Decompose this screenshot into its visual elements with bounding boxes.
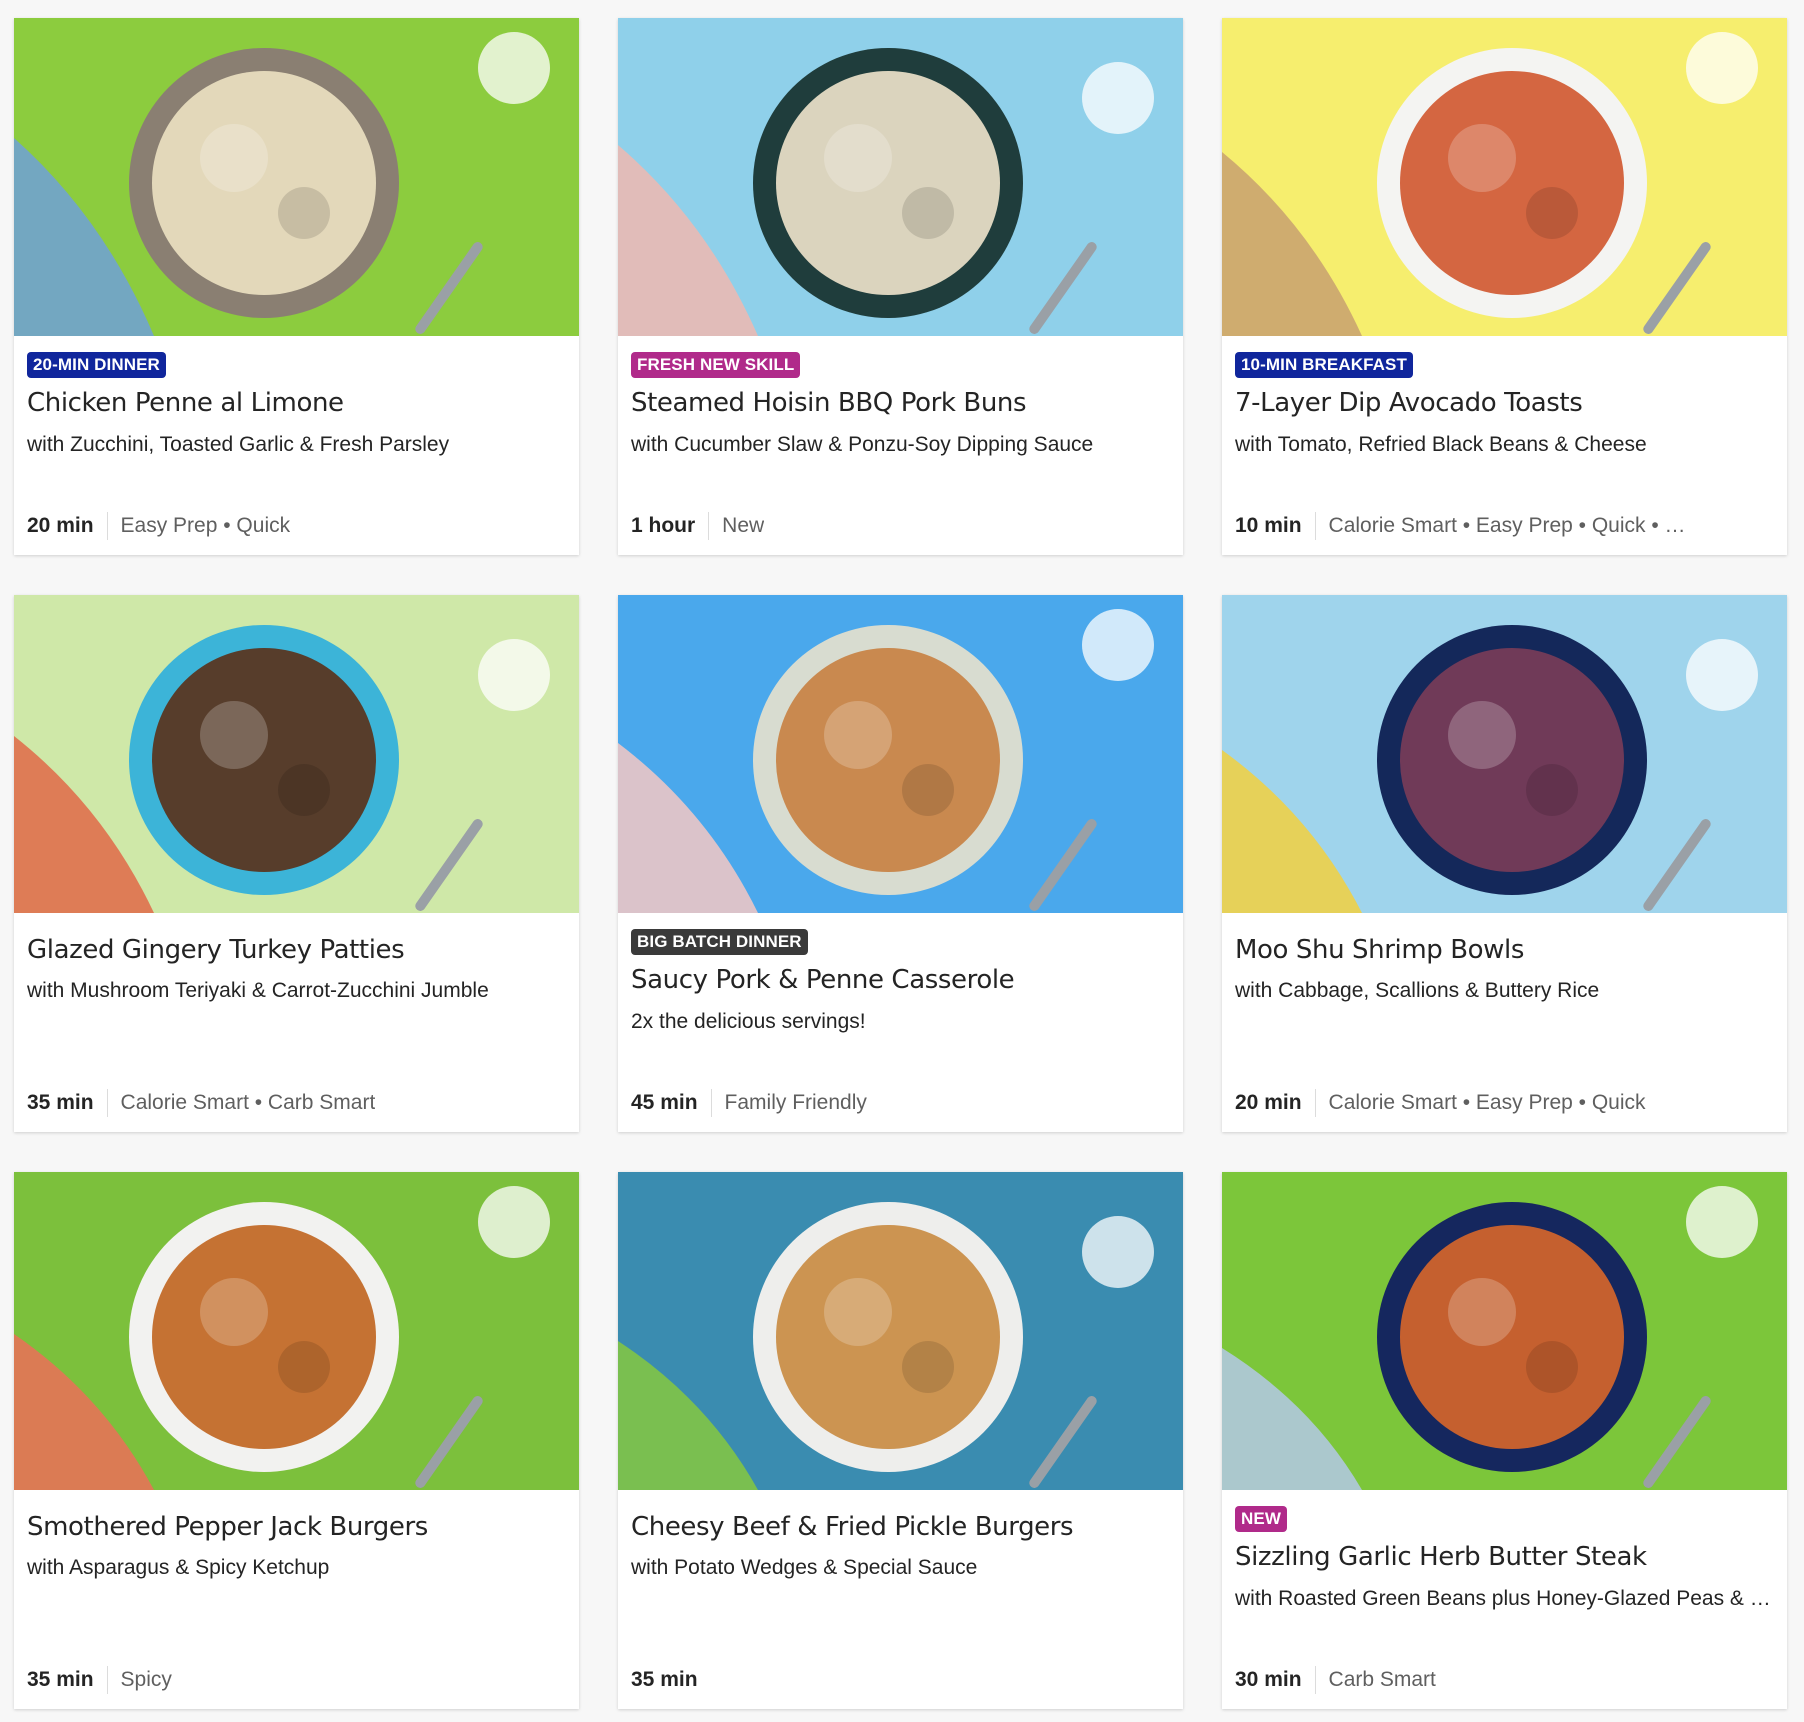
recipe-badge: NEW [1235, 1506, 1287, 1532]
recipe-subtitle: with Cabbage, Scallions & Buttery Rice [1235, 979, 1600, 1002]
recipe-photo-image [618, 595, 1183, 913]
recipe-title[interactable]: 7-Layer Dip Avocado Toasts [1235, 388, 1775, 418]
recipe-meta: 1 hour New [631, 511, 1171, 541]
recipe-time: 10 min [1235, 514, 1302, 537]
recipe-card-body: Cheesy Beef & Fried Pickle Burgers with P… [631, 1490, 1171, 1709]
recipe-card-body: FRESH NEW SKILL Steamed Hoisin BBQ Pork B… [631, 336, 1171, 555]
recipe-photo[interactable] [1222, 18, 1787, 336]
recipe-tags: Spicy [120, 1668, 172, 1691]
recipe-subtitle: with Cucumber Slaw & Ponzu-Soy Dipping S… [631, 433, 1094, 456]
recipe-subtitle: with Tomato, Refried Black Beans & Chees… [1235, 433, 1647, 456]
recipe-subtitle: with Zucchini, Toasted Garlic & Fresh Pa… [27, 433, 450, 456]
recipe-photo-image [14, 1172, 579, 1490]
recipe-title[interactable]: Saucy Pork & Penne Casserole [631, 965, 1171, 995]
recipe-card[interactable]: 20-MIN DINNER Chicken Penne al Limone with… [14, 18, 579, 555]
recipe-meta: 35 min Calorie Smart • Carb Smart [27, 1088, 567, 1118]
recipe-card[interactable]: NEW Sizzling Garlic Herb Butter Steak with… [1222, 1172, 1787, 1709]
recipe-time: 35 min [631, 1668, 698, 1691]
recipe-meta: 20 min Calorie Smart • Easy Prep • Quick [1235, 1088, 1775, 1118]
recipe-subtitle: with Asparagus & Spicy Ketchup [27, 1556, 330, 1579]
recipe-grid: 20-MIN DINNER Chicken Penne al Limone with… [14, 18, 1787, 1709]
recipe-meta: 30 min Carb Smart [1235, 1665, 1775, 1695]
meta-divider [106, 1089, 108, 1117]
recipe-photo-image [1222, 595, 1787, 913]
recipe-title[interactable]: Smothered Pepper Jack Burgers [27, 1512, 567, 1542]
recipe-title[interactable]: Chicken Penne al Limone [27, 388, 567, 418]
recipe-card[interactable]: Moo Shu Shrimp Bowls with Cabbage, Scalli… [1222, 595, 1787, 1132]
recipe-photo[interactable] [14, 595, 579, 913]
recipe-photo[interactable] [618, 595, 1183, 913]
recipe-badge: 10-MIN BREAKFAST [1235, 352, 1413, 378]
recipe-card[interactable]: Smothered Pepper Jack Burgers with Aspara… [14, 1172, 579, 1709]
recipe-title[interactable]: Sizzling Garlic Herb Butter Steak [1235, 1542, 1775, 1572]
recipe-photo-image [14, 18, 579, 336]
recipe-title[interactable]: Moo Shu Shrimp Bowls [1235, 935, 1775, 965]
recipe-badge: BIG BATCH DINNER [631, 929, 808, 955]
recipe-photo-image [618, 18, 1183, 336]
recipe-meta: 10 min Calorie Smart • Easy Prep • Quick … [1235, 511, 1775, 541]
recipe-tags: Calorie Smart • Carb Smart [120, 1091, 376, 1114]
recipe-card[interactable]: Cheesy Beef & Fried Pickle Burgers with P… [618, 1172, 1183, 1709]
recipe-meta: 45 min Family Friendly [631, 1088, 1171, 1118]
recipe-photo[interactable] [618, 18, 1183, 336]
recipe-card[interactable]: BIG BATCH DINNER Saucy Pork & Penne Casse… [618, 595, 1183, 1132]
recipe-tags: Family Friendly [724, 1091, 867, 1114]
recipe-meta: 35 min [631, 1665, 1171, 1695]
recipe-card-body: Smothered Pepper Jack Burgers with Aspara… [27, 1490, 567, 1709]
recipe-card[interactable]: FRESH NEW SKILL Steamed Hoisin BBQ Pork B… [618, 18, 1183, 555]
meta-divider [708, 512, 710, 540]
recipe-photo[interactable] [14, 18, 579, 336]
recipe-time: 35 min [27, 1091, 94, 1114]
recipe-subtitle: with Potato Wedges & Special Sauce [631, 1556, 978, 1579]
recipe-tags: Carb Smart [1328, 1668, 1436, 1691]
recipe-title[interactable]: Cheesy Beef & Fried Pickle Burgers [631, 1512, 1171, 1542]
recipe-photo[interactable] [14, 1172, 579, 1490]
recipe-time: 20 min [27, 514, 94, 537]
meta-divider [106, 1666, 108, 1694]
recipe-subtitle: with Roasted Green Beans plus Honey-Glaz… [1235, 1587, 1775, 1610]
recipe-card[interactable]: 10-MIN BREAKFAST 7-Layer Dip Avocado Toas… [1222, 18, 1787, 555]
recipe-time: 20 min [1235, 1091, 1302, 1114]
recipe-title[interactable]: Steamed Hoisin BBQ Pork Buns [631, 388, 1171, 418]
recipe-tags: Calorie Smart • Easy Prep • Quick • … [1328, 514, 1686, 537]
recipe-time: 45 min [631, 1091, 698, 1114]
recipe-badge: 20-MIN DINNER [27, 352, 166, 378]
recipe-meta: 20 min Easy Prep • Quick [27, 511, 567, 541]
recipe-subtitle: 2x the delicious servings! [631, 1010, 866, 1033]
recipe-card-body: BIG BATCH DINNER Saucy Pork & Penne Casse… [631, 913, 1171, 1132]
recipe-tags: Easy Prep • Quick [120, 514, 291, 537]
recipe-photo-image [14, 595, 579, 913]
recipe-photo-image [1222, 1172, 1787, 1490]
recipe-photo[interactable] [1222, 595, 1787, 913]
recipe-tags: Calorie Smart • Easy Prep • Quick [1328, 1091, 1646, 1114]
recipe-card-body: NEW Sizzling Garlic Herb Butter Steak with… [1235, 1490, 1775, 1709]
meta-divider [710, 1089, 712, 1117]
recipe-tags: New [722, 514, 765, 537]
recipe-badge: FRESH NEW SKILL [631, 352, 801, 378]
recipe-title[interactable]: Glazed Gingery Turkey Patties [27, 935, 567, 965]
meta-divider [106, 512, 108, 540]
recipe-time: 1 hour [631, 514, 696, 537]
meta-divider [1314, 1089, 1316, 1117]
recipe-card[interactable]: Glazed Gingery Turkey Patties with Mushro… [14, 595, 579, 1132]
recipe-photo-image [1222, 18, 1787, 336]
recipe-photo-image [618, 1172, 1183, 1490]
recipe-photo[interactable] [618, 1172, 1183, 1490]
meta-divider [1314, 512, 1316, 540]
recipe-card-body: 10-MIN BREAKFAST 7-Layer Dip Avocado Toas… [1235, 336, 1775, 555]
recipe-meta: 35 min Spicy [27, 1665, 567, 1695]
recipe-photo[interactable] [1222, 1172, 1787, 1490]
recipe-card-body: 20-MIN DINNER Chicken Penne al Limone with… [27, 336, 567, 555]
recipe-card-body: Glazed Gingery Turkey Patties with Mushro… [27, 913, 567, 1132]
recipe-time: 35 min [27, 1668, 94, 1691]
recipe-time: 30 min [1235, 1668, 1302, 1691]
recipe-card-body: Moo Shu Shrimp Bowls with Cabbage, Scalli… [1235, 913, 1775, 1132]
recipe-subtitle: with Mushroom Teriyaki & Carrot-Zucchini… [27, 979, 489, 1002]
meta-divider [1314, 1666, 1316, 1694]
